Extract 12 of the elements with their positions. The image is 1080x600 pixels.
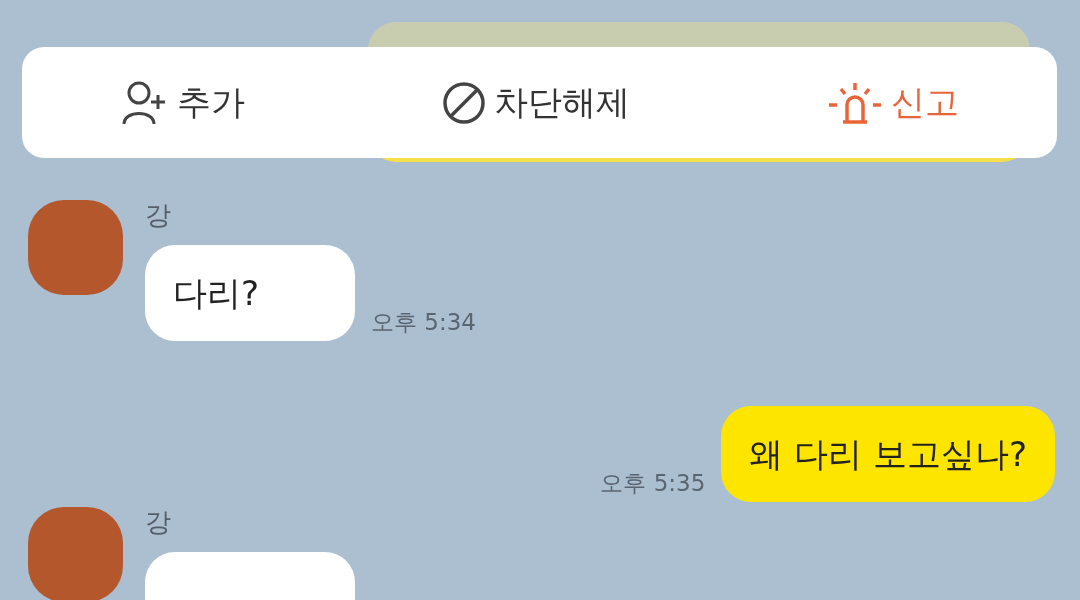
unblock-button[interactable]: 차단해제 [441,77,630,128]
sender-name: 강 [145,506,172,539]
siren-icon [826,80,883,125]
message-bubble: 왜 다리 보고싶나? [721,406,1055,502]
avatar-photo-placeholder[interactable] [28,200,123,295]
prohibited-icon [441,80,486,125]
sender-name: 강 [145,199,172,232]
avatar-photo-placeholder[interactable] [28,507,123,600]
add-friend-button[interactable]: 추가 [120,77,245,128]
timestamp: 오후 5:34 [371,307,476,337]
message-bubble: 다리? [145,245,355,341]
timestamp: 오후 5:35 [600,468,706,498]
